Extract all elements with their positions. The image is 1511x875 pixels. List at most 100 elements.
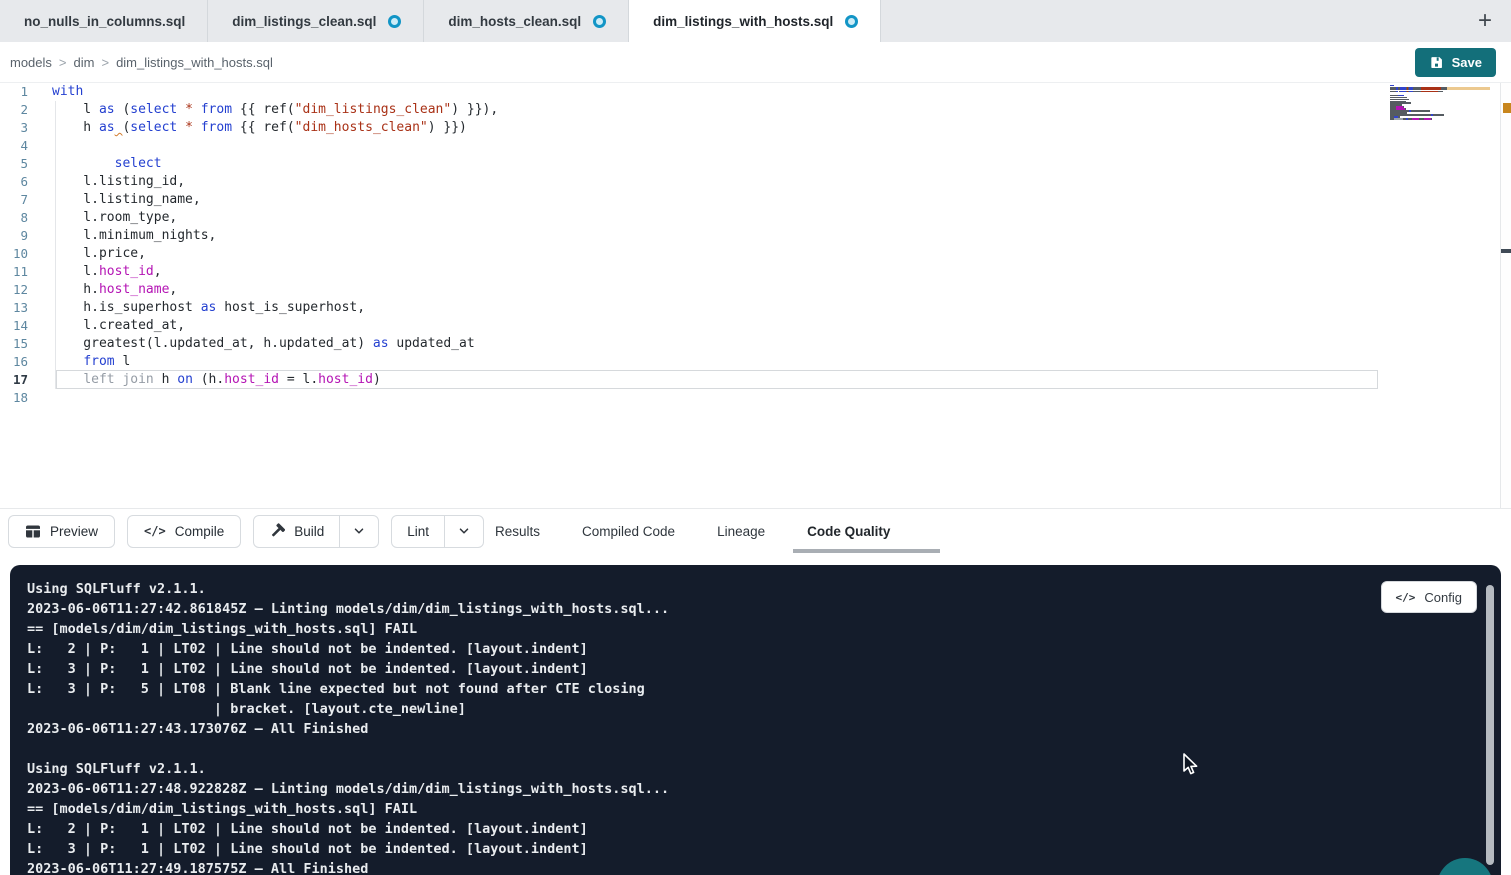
terminal-line bbox=[27, 739, 1461, 759]
preview-button[interactable]: Preview bbox=[8, 515, 115, 548]
lint-button[interactable]: Lint bbox=[392, 516, 444, 547]
config-button[interactable]: </> Config bbox=[1381, 581, 1477, 613]
line-number: 5 bbox=[0, 155, 40, 173]
code-brackets-icon: </> bbox=[144, 524, 166, 538]
editor-line: 13 h.is_superhost as host_is_superhost, bbox=[0, 299, 1511, 317]
breadcrumb-item[interactable]: dim bbox=[74, 55, 95, 70]
editor-line: 3 h as (select * from {{ ref("dim_hosts_… bbox=[0, 119, 1511, 137]
chevron-down-icon bbox=[352, 524, 366, 538]
line-number: 1 bbox=[0, 83, 40, 101]
terminal-line: | bracket. [layout.cte_newline] bbox=[27, 699, 1461, 719]
lint-button-group: Lint bbox=[391, 515, 484, 548]
file-tab[interactable]: dim_listings_clean.sql bbox=[208, 0, 424, 42]
code-text: l.minimum_nights, bbox=[40, 227, 216, 245]
editor-line: 7 l.listing_name, bbox=[0, 191, 1511, 209]
save-icon bbox=[1429, 55, 1444, 70]
breadcrumb-separator-icon: > bbox=[59, 55, 67, 70]
line-number: 8 bbox=[0, 209, 40, 227]
terminal-line: L: 2 | P: 1 | LT02 | Line should not be … bbox=[27, 819, 1461, 839]
file-tab-label: no_nulls_in_columns.sql bbox=[24, 14, 185, 29]
result-tab-code-quality[interactable]: Code Quality bbox=[793, 509, 904, 553]
breadcrumb-separator-icon: > bbox=[101, 55, 109, 70]
warning-marker bbox=[1503, 103, 1511, 113]
editor-line: 16 from l bbox=[0, 353, 1511, 371]
editor-line: 11 l.host_id, bbox=[0, 263, 1511, 281]
editor-line: 9 l.minimum_nights, bbox=[0, 227, 1511, 245]
new-tab-button[interactable]: + bbox=[1467, 0, 1503, 42]
line-number: 6 bbox=[0, 173, 40, 191]
file-tab[interactable]: dim_listings_with_hosts.sql bbox=[629, 0, 881, 42]
minimap[interactable] bbox=[1390, 85, 1490, 122]
unsaved-changes-icon bbox=[593, 15, 606, 28]
chevron-down-icon bbox=[457, 524, 471, 538]
editor-line: 10 l.price, bbox=[0, 245, 1511, 263]
terminal-line: Using SQLFluff v2.1.1. bbox=[27, 759, 1461, 779]
terminal-line: Using SQLFluff v2.1.1. bbox=[27, 579, 1461, 599]
hammer-icon bbox=[269, 523, 285, 539]
line-number: 11 bbox=[0, 263, 40, 281]
editor-lines: 1with2 l as (select * from {{ ref("dim_l… bbox=[0, 83, 1511, 407]
action-toolbar: Preview </> Compile Build bbox=[0, 508, 1511, 553]
file-tab[interactable]: dim_hosts_clean.sql bbox=[424, 0, 629, 42]
build-button-group: Build bbox=[253, 515, 379, 548]
terminal-line: 2023-06-06T11:27:43.173076Z — All Finish… bbox=[27, 719, 1461, 739]
result-tab-lineage[interactable]: Lineage bbox=[703, 509, 779, 553]
code-text: l.listing_name, bbox=[40, 191, 201, 209]
unsaved-changes-icon bbox=[388, 15, 401, 28]
cursor-position-marker bbox=[1501, 249, 1511, 253]
code-text: select bbox=[40, 155, 162, 173]
code-text: l.host_id, bbox=[40, 263, 162, 281]
minimap-line bbox=[1390, 120, 1490, 121]
editor-line: 4 bbox=[0, 137, 1511, 155]
terminal-scrollbar[interactable] bbox=[1486, 585, 1494, 865]
breadcrumb-item[interactable]: dim_listings_with_hosts.sql bbox=[116, 55, 273, 70]
result-tab-compiled-code[interactable]: Compiled Code bbox=[568, 509, 689, 553]
editor-line: 5 select bbox=[0, 155, 1511, 173]
result-tab-results[interactable]: Results bbox=[481, 509, 554, 553]
editor-line: 17 left join h on (h.host_id = l.host_id… bbox=[0, 371, 1511, 389]
code-text: h.is_superhost as host_is_superhost, bbox=[40, 299, 365, 317]
terminal-output: Using SQLFluff v2.1.1.2023-06-06T11:27:4… bbox=[27, 579, 1461, 875]
code-text bbox=[40, 137, 52, 155]
file-tab-label: dim_hosts_clean.sql bbox=[448, 14, 581, 29]
terminal-line: 2023-06-06T11:27:48.922828Z — Linting mo… bbox=[27, 779, 1461, 799]
line-number: 4 bbox=[0, 137, 40, 155]
code-editor[interactable]: 1with2 l as (select * from {{ ref("dim_l… bbox=[0, 82, 1511, 508]
terminal-line: L: 3 | P: 1 | LT02 | Line should not be … bbox=[27, 839, 1461, 859]
terminal-line: == [models/dim/dim_listings_with_hosts.s… bbox=[27, 799, 1461, 819]
code-text: h.host_name, bbox=[40, 281, 177, 299]
line-number: 12 bbox=[0, 281, 40, 299]
line-number: 18 bbox=[0, 389, 40, 407]
breadcrumb: models > dim > dim_listings_with_hosts.sql bbox=[10, 55, 273, 70]
line-number: 15 bbox=[0, 335, 40, 353]
code-text: l as (select * from {{ ref("dim_listings… bbox=[40, 101, 498, 119]
breadcrumb-item[interactable]: models bbox=[10, 55, 52, 70]
preview-table-icon bbox=[25, 524, 41, 539]
code-text: from l bbox=[40, 353, 130, 371]
result-tabs: Results Compiled Code Lineage Code Quality bbox=[481, 509, 904, 553]
code-text: l.room_type, bbox=[40, 209, 177, 227]
build-dropdown-button[interactable] bbox=[339, 516, 378, 547]
save-button[interactable]: Save bbox=[1415, 48, 1496, 77]
overview-ruler bbox=[1500, 83, 1511, 508]
build-button[interactable]: Build bbox=[254, 516, 339, 547]
file-tabs-container: no_nulls_in_columns.sql dim_listings_clea… bbox=[0, 0, 881, 42]
file-tab[interactable]: no_nulls_in_columns.sql bbox=[0, 0, 208, 42]
editor-line: 15 greatest(l.updated_at, h.updated_at) … bbox=[0, 335, 1511, 353]
editor-line: 1with bbox=[0, 83, 1511, 101]
code-text: l.created_at, bbox=[40, 317, 185, 335]
editor-line: 8 l.room_type, bbox=[0, 209, 1511, 227]
lint-terminal: Using SQLFluff v2.1.1.2023-06-06T11:27:4… bbox=[10, 565, 1501, 875]
terminal-line: 2023-06-06T11:27:49.187575Z — All Finish… bbox=[27, 859, 1461, 875]
unsaved-changes-icon bbox=[845, 15, 858, 28]
file-tab-label: dim_listings_clean.sql bbox=[232, 14, 376, 29]
line-number: 10 bbox=[0, 245, 40, 263]
editor-line: 6 l.listing_id, bbox=[0, 173, 1511, 191]
breadcrumb-bar: models > dim > dim_listings_with_hosts.sql S… bbox=[0, 42, 1511, 82]
line-number: 2 bbox=[0, 101, 40, 119]
lint-dropdown-button[interactable] bbox=[444, 516, 483, 547]
editor-line: 2 l as (select * from {{ ref("dim_listin… bbox=[0, 101, 1511, 119]
terminal-line: == [models/dim/dim_listings_with_hosts.s… bbox=[27, 619, 1461, 639]
terminal-line: L: 3 | P: 5 | LT08 | Blank line expected… bbox=[27, 679, 1461, 699]
compile-button[interactable]: </> Compile bbox=[127, 515, 241, 548]
